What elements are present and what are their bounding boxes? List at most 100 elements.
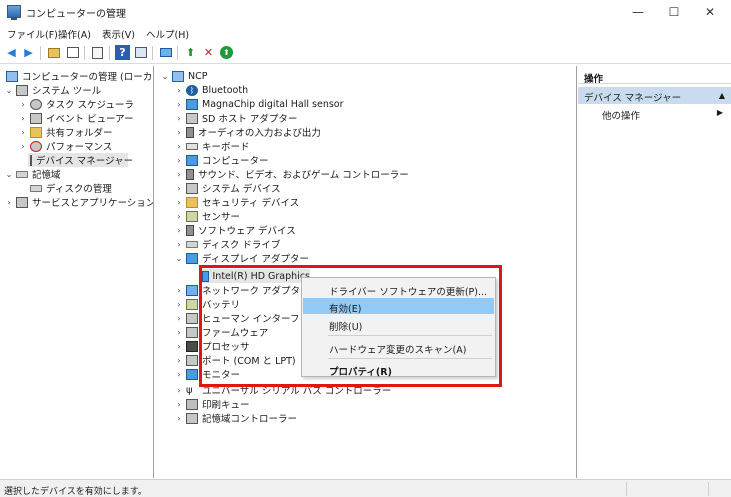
tree-label: パフォーマンス: [46, 142, 113, 153]
tree-item-system-tools[interactable]: ⌄ システム ツール: [4, 83, 101, 97]
tree-item-performance[interactable]: › パフォーマンス: [18, 139, 112, 153]
device-category[interactable]: › ポート (COM と LPT): [174, 353, 296, 367]
device-category[interactable]: › コンピューター: [174, 153, 269, 167]
chevron-right-icon[interactable]: ›: [174, 170, 184, 179]
device-category[interactable]: › ᛒ Bluetooth: [174, 83, 248, 97]
chevron-right-icon[interactable]: ›: [174, 386, 184, 395]
back-arrow-icon[interactable]: ◀: [4, 45, 19, 60]
minimize-button[interactable]: —: [620, 0, 656, 24]
chevron-right-icon[interactable]: ›: [174, 226, 184, 235]
chevron-right-icon[interactable]: ›: [174, 328, 184, 337]
tree-item-services-apps[interactable]: › サービスとアプリケーション: [4, 195, 153, 209]
chevron-down-icon[interactable]: ⌄: [4, 170, 14, 179]
chevron-right-icon[interactable]: ›: [174, 300, 184, 309]
chevron-right-icon[interactable]: ›: [174, 86, 184, 95]
chevron-right-icon[interactable]: ›: [174, 156, 184, 165]
chevron-right-icon[interactable]: ›: [174, 128, 184, 137]
tree-item-shared-folders[interactable]: › 共有フォルダー: [18, 125, 113, 139]
monitor-icon[interactable]: [158, 45, 173, 60]
chevron-right-icon[interactable]: ›: [174, 370, 184, 379]
toolbar-separator: [109, 46, 110, 60]
chevron-right-icon[interactable]: ›: [174, 314, 184, 323]
chevron-right-icon[interactable]: ›: [18, 142, 28, 151]
chevron-right-icon[interactable]: ›: [18, 114, 28, 123]
up-folder-icon[interactable]: [46, 45, 61, 60]
toolbar-separator: [177, 46, 178, 60]
chevron-right-icon[interactable]: ▶: [717, 108, 723, 117]
device-category[interactable]: › システム デバイス: [174, 181, 280, 195]
device-category-display[interactable]: ⌄ ディスプレイ アダプター: [174, 251, 309, 265]
menu-uninstall[interactable]: 削除(U): [303, 316, 494, 333]
menu-scan-hardware[interactable]: ハードウェア変更のスキャン(A): [303, 339, 494, 356]
properties-icon[interactable]: [90, 45, 105, 60]
chevron-up-icon[interactable]: ▲: [719, 91, 725, 100]
tree-label: ディスクの管理: [46, 184, 112, 195]
device-category[interactable]: › SD ホスト アダプター: [174, 111, 297, 125]
device-category[interactable]: › ネットワーク アダプター: [174, 283, 310, 297]
menu-help[interactable]: ヘルプ(H): [146, 27, 189, 41]
menu-file[interactable]: ファイル(F): [7, 27, 58, 41]
tree-label: セキュリティ デバイス: [202, 198, 300, 209]
forward-arrow-icon[interactable]: ▶: [21, 45, 36, 60]
device-category[interactable]: › 印刷キュー: [174, 397, 250, 411]
tree-item-event-viewer[interactable]: › イベント ビューアー: [18, 111, 134, 125]
chevron-right-icon[interactable]: ›: [174, 114, 184, 123]
menu-view[interactable]: 表示(V): [102, 27, 135, 41]
tree-item-task-scheduler[interactable]: › タスク スケジューラ: [18, 97, 134, 111]
menu-properties[interactable]: プロパティ(R): [303, 361, 494, 378]
chevron-right-icon[interactable]: ›: [174, 342, 184, 351]
tree-item-device-manager[interactable]: デバイス マネージャー: [28, 153, 133, 167]
device-tree-root[interactable]: ⌄ NCP: [160, 69, 207, 83]
menu-enable[interactable]: 有効(E): [303, 298, 494, 315]
tree-label: ソフトウェア デバイス: [198, 226, 296, 237]
maximize-button[interactable]: ☐: [656, 0, 692, 24]
device-category[interactable]: › ディスク ドライブ: [174, 237, 280, 252]
close-button[interactable]: ✕: [692, 0, 728, 24]
device-category[interactable]: › センサー: [174, 209, 240, 223]
device-category[interactable]: › MagnaChip digital Hall sensor: [174, 97, 344, 111]
chevron-right-icon[interactable]: ›: [174, 414, 184, 423]
device-category[interactable]: › ソフトウェア デバイス: [174, 223, 296, 237]
chevron-down-icon[interactable]: ⌄: [174, 254, 184, 263]
device-category[interactable]: › ファームウェア: [174, 325, 268, 339]
device-category[interactable]: › オーディオの入力および出力: [174, 125, 321, 139]
tree-item-disk-management[interactable]: ディスクの管理: [28, 181, 112, 195]
device-intel-graphics[interactable]: Intel(R) HD Graphics: [200, 269, 310, 283]
show-hide-tree-icon[interactable]: [65, 45, 80, 60]
chevron-right-icon[interactable]: ›: [174, 142, 184, 151]
chevron-right-icon[interactable]: ›: [174, 212, 184, 221]
device-category[interactable]: › ψ ユニバーサル シリアル バス コントローラー: [174, 383, 391, 398]
chevron-right-icon[interactable]: ›: [174, 198, 184, 207]
chevron-down-icon[interactable]: ⌄: [4, 86, 14, 95]
other-actions-link[interactable]: 他の操作: [602, 108, 640, 122]
device-category[interactable]: › モニター: [174, 367, 240, 381]
menu-action[interactable]: 操作(A): [58, 27, 91, 41]
device-category[interactable]: › セキュリティ デバイス: [174, 195, 299, 209]
device-category[interactable]: › サウンド、ビデオ、およびゲーム コントローラー: [174, 167, 409, 181]
update-driver-icon[interactable]: ⬆: [183, 45, 198, 60]
chevron-right-icon[interactable]: ›: [174, 240, 184, 249]
actions-section-device-manager[interactable]: デバイス マネージャー ▲: [578, 87, 731, 104]
tree-label: サウンド、ビデオ、およびゲーム コントローラー: [198, 170, 409, 181]
chevron-right-icon[interactable]: ›: [174, 400, 184, 409]
chevron-down-icon[interactable]: ⌄: [160, 72, 170, 81]
chevron-right-icon[interactable]: ›: [4, 198, 14, 207]
enable-device-icon[interactable]: ⬆: [219, 45, 234, 60]
system-device-icon: [186, 182, 198, 194]
tree-item-root[interactable]: コンピューターの管理 (ローカル): [4, 69, 153, 83]
menu-update-driver[interactable]: ドライバー ソフトウェアの更新(P)...: [303, 281, 494, 298]
chevron-right-icon[interactable]: ›: [18, 100, 28, 109]
device-category[interactable]: › 記憶域コントローラー: [174, 411, 297, 425]
device-category[interactable]: › プロセッサ: [174, 339, 250, 353]
chevron-right-icon[interactable]: ›: [174, 100, 184, 109]
tree-item-storage[interactable]: ⌄ 記憶域: [4, 167, 61, 182]
device-category[interactable]: › キーボード: [174, 139, 249, 154]
uninstall-x-icon[interactable]: ✕: [201, 45, 216, 60]
view-icon[interactable]: [133, 45, 148, 60]
device-category[interactable]: › バッテリ: [174, 297, 240, 311]
help-icon[interactable]: ?: [115, 45, 130, 60]
chevron-right-icon[interactable]: ›: [18, 128, 28, 137]
chevron-right-icon[interactable]: ›: [174, 184, 184, 193]
chevron-right-icon[interactable]: ›: [174, 356, 184, 365]
chevron-right-icon[interactable]: ›: [174, 286, 184, 295]
